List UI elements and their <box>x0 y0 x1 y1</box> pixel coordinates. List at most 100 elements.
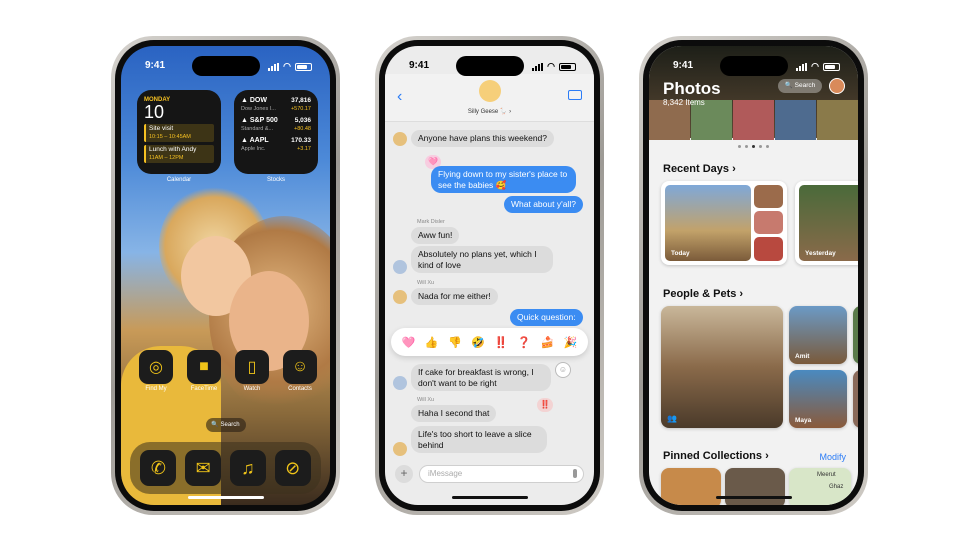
group-name[interactable]: Silly Geese 🪿 › <box>385 108 594 115</box>
app-facetime[interactable]: ■ FaceTime <box>187 350 221 392</box>
message-bubble[interactable]: What about y'all? <box>504 196 583 213</box>
message-input[interactable]: iMessage <box>419 465 584 483</box>
phone-messages: 9:41 ◠ ‹ Silly Geese 🪿 › Anyone have pla… <box>375 36 604 515</box>
calendar-widget[interactable]: MONDAY 10 Site visit 10:15 – 10:45AM Lun… <box>137 90 221 174</box>
message-bubble[interactable]: Aww fun! <box>411 227 460 244</box>
message-bubble[interactable]: If cake for breakfast is wrong, I don't … <box>411 364 551 391</box>
conversation-header: ‹ Silly Geese 🪿 › <box>385 74 594 122</box>
home-search-button[interactable]: 🔍 Search <box>205 418 246 432</box>
exclamation-reaction-icon[interactable]: ‼️ <box>494 336 508 349</box>
cake-reaction-icon[interactable]: 🍰 <box>540 336 554 349</box>
section-people-pets[interactable]: People & Pets › <box>663 288 743 300</box>
phone-photos: 9:41 ◠ Photos 8,342 Items 🔍 Search Recen… <box>639 36 868 515</box>
safari-icon[interactable]: ⊘ <box>274 450 311 486</box>
avatar <box>393 132 407 146</box>
mail-icon[interactable]: ✉ <box>185 450 222 486</box>
message-bubble[interactable]: Absolutely no plans yet, which I kind of… <box>411 246 553 273</box>
stock-row: ▲ S&P 500 Standard &... 5,036 +80.48 <box>241 117 311 132</box>
sender-name: Will Xu <box>417 397 435 403</box>
status-time: 9:41 <box>145 60 166 71</box>
find-my-icon: ◎ <box>139 350 173 384</box>
video-call-icon[interactable] <box>568 90 582 100</box>
avatar <box>393 290 407 304</box>
wifi-icon: ◠ <box>811 61 819 71</box>
message-bubble[interactable]: Haha I second that <box>411 405 497 422</box>
dynamic-island <box>455 56 524 76</box>
phone-icon[interactable]: ✆ <box>140 450 177 486</box>
back-chevron-icon[interactable]: ‹ <box>397 88 402 106</box>
dynamic-island <box>719 56 788 76</box>
people-icon: 👥 <box>667 414 677 423</box>
person-card-amit[interactable]: Amit <box>789 306 847 364</box>
stocks-widget-label: Stocks <box>266 177 285 183</box>
pinned-collection[interactable] <box>661 468 721 505</box>
exclamation-tapback-icon: ‼️ <box>537 398 553 412</box>
today-card[interactable]: Today <box>661 181 787 265</box>
thumbs-down-reaction-icon[interactable]: 👎 <box>448 336 462 349</box>
photos-screen: 9:41 ◠ Photos 8,342 Items 🔍 Search Recen… <box>649 46 858 505</box>
thumbs-up-reaction-icon[interactable]: 👍 <box>425 336 439 349</box>
avatar <box>393 260 407 274</box>
question-reaction-icon[interactable]: ❓ <box>517 336 531 349</box>
app-watch[interactable]: ▯ Watch <box>235 350 269 392</box>
pinned-collection[interactable] <box>725 468 785 505</box>
avatar <box>393 442 407 456</box>
home-indicator[interactable] <box>451 496 528 499</box>
compose-bar: + iMessage <box>395 465 584 483</box>
party-reaction-icon[interactable]: 🎉 <box>564 336 578 349</box>
photos-search-button[interactable]: 🔍 Search <box>778 79 822 93</box>
message-bubble[interactable]: Quick question: <box>510 309 583 326</box>
battery-icon <box>559 62 576 71</box>
signal-icon <box>532 62 544 71</box>
heart-reaction-icon[interactable]: 🩷 <box>402 336 416 349</box>
home-indicator[interactable] <box>187 496 264 499</box>
section-recent-days[interactable]: Recent Days › <box>663 163 736 175</box>
section-pinned-collections[interactable]: Pinned Collections › <box>663 450 769 462</box>
calendar-widget-label: Calendar <box>166 177 192 183</box>
home-screen: 9:41 ◠ MONDAY 10 Site visit 10:15 – 10:4… <box>121 46 330 505</box>
sender-name: Will Xu <box>417 280 435 286</box>
message-bubble[interactable]: Anyone have plans this weekend? <box>411 130 555 147</box>
item-count: 8,342 Items <box>663 98 705 107</box>
signal-icon <box>268 62 280 71</box>
person-card-partial[interactable] <box>853 306 858 364</box>
avatar[interactable] <box>829 78 845 94</box>
person-card-maya[interactable]: Maya <box>789 370 847 428</box>
plus-icon[interactable]: + <box>395 465 413 483</box>
calendar-event: Site visit 10:15 – 10:45AM <box>144 124 214 142</box>
message-bubble[interactable]: Life's too short to leave a slice behind <box>411 426 547 453</box>
tapback-menu: 🩷 👍 👎 🤣 ‼️ ❓ 🍰 🎉 <box>391 328 588 356</box>
stock-row: ▲ DOW Dow Jones I... 37,816 +570.17 <box>241 97 311 112</box>
wifi-icon: ◠ <box>547 61 555 71</box>
status-time: 9:41 <box>409 60 430 71</box>
avatar <box>393 376 407 390</box>
dock: ✆ ✉ ♫ ⊘ <box>130 442 321 494</box>
group-photo-card[interactable]: 👥 <box>661 306 783 428</box>
haha-reaction-icon[interactable]: 🤣 <box>471 336 485 349</box>
page-title: Photos <box>663 79 721 98</box>
yesterday-card[interactable]: Yesterday <box>795 181 858 265</box>
microphone-icon[interactable] <box>573 469 577 478</box>
group-avatar[interactable] <box>478 80 501 102</box>
person-card-partial[interactable] <box>853 370 858 428</box>
watch-icon: ▯ <box>235 350 269 384</box>
home-indicator[interactable] <box>715 496 792 499</box>
app-contacts[interactable]: ☺ Contacts <box>283 350 317 392</box>
sender-name: Mark Disler <box>417 219 445 225</box>
map-collection[interactable]: Meerut Ghaz <box>789 468 851 505</box>
stock-row: ▲ AAPL Apple Inc. 170.33 +3.17 <box>241 137 311 152</box>
stocks-widget[interactable]: ▲ DOW Dow Jones I... 37,816 +570.17 ▲ S&P … <box>234 90 318 174</box>
message-bubble[interactable]: Flying down to my sister's place to see … <box>431 166 576 193</box>
message-bubble[interactable]: Nada for me either! <box>411 288 498 305</box>
facetime-icon: ■ <box>187 350 221 384</box>
contacts-icon: ☺ <box>283 350 317 384</box>
calendar-event: Lunch with Andy 11AM – 12PM <box>144 145 214 163</box>
app-find-my[interactable]: ◎ Find My <box>139 350 173 392</box>
today-label: Today <box>671 250 690 257</box>
add-reaction-icon[interactable]: ☺ <box>555 362 571 378</box>
page-indicator[interactable] <box>649 145 858 148</box>
battery-icon <box>295 62 312 71</box>
modify-button[interactable]: Modify <box>819 452 846 462</box>
messages-screen: 9:41 ◠ ‹ Silly Geese 🪿 › Anyone have pla… <box>385 46 594 505</box>
music-icon[interactable]: ♫ <box>229 450 266 486</box>
